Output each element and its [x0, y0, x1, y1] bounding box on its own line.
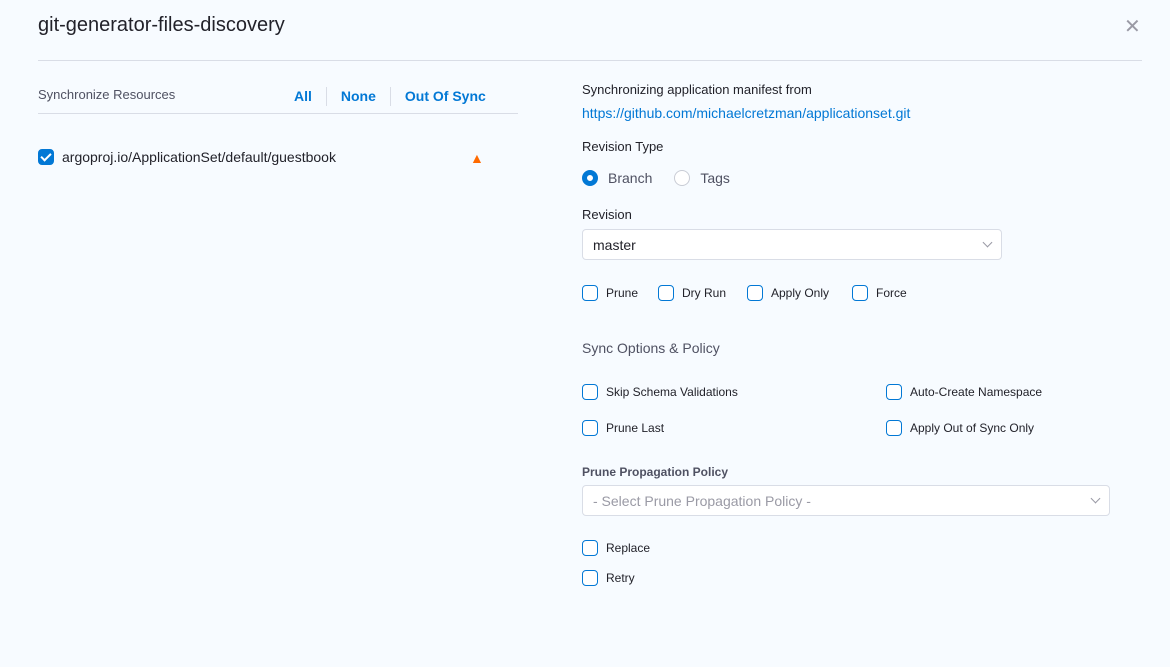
- option-label: Force: [876, 286, 907, 300]
- sync-option-retry[interactable]: Retry: [582, 570, 635, 586]
- repo-url-link[interactable]: https://github.com/michaelcretzman/appli…: [582, 105, 910, 121]
- synchronize-resources-label: Synchronize Resources: [38, 87, 176, 102]
- option-dry-run[interactable]: Dry Run: [658, 285, 726, 301]
- radio-tags-label: Tags: [700, 170, 730, 186]
- prune-policy-select[interactable]: - Select Prune Propagation Policy -: [582, 485, 1110, 516]
- resource-filters: All None Out Of Sync: [285, 87, 500, 106]
- revision-type-label: Revision Type: [582, 139, 664, 154]
- replace-checkbox[interactable]: [582, 540, 598, 556]
- chevron-down-icon: [1090, 493, 1101, 504]
- option-label: Apply Out of Sync Only: [910, 421, 1035, 435]
- radio-branch-label: Branch: [608, 170, 653, 186]
- option-label: Prune: [606, 286, 639, 300]
- dialog-title: git-generator-files-discovery: [38, 14, 285, 36]
- option-label: Skip Schema Validations: [606, 385, 738, 399]
- prune-policy-placeholder: - Select Prune Propagation Policy -: [593, 492, 811, 509]
- filter-out-of-sync-link[interactable]: Out Of Sync: [389, 87, 500, 106]
- sync-option-apply-out-of-sync[interactable]: Apply Out of Sync Only: [886, 420, 1034, 436]
- filter-none-link[interactable]: None: [325, 87, 390, 106]
- auto-create-namespace-checkbox[interactable]: [886, 384, 902, 400]
- retry-checkbox[interactable]: [582, 570, 598, 586]
- sync-option-auto-create-ns[interactable]: Auto-Create Namespace: [886, 384, 1042, 400]
- divider: [38, 113, 518, 114]
- apply-only-checkbox[interactable]: [747, 285, 763, 301]
- option-label: Replace: [606, 541, 651, 555]
- warning-icon: ▲: [470, 150, 484, 166]
- close-icon[interactable]: ✕: [1124, 14, 1141, 39]
- sync-options-title: Sync Options & Policy: [582, 340, 720, 356]
- resource-name: argoproj.io/ApplicationSet/default/guest…: [62, 149, 336, 165]
- option-label: Apply Only: [771, 286, 830, 300]
- resource-checkbox[interactable]: [38, 149, 54, 165]
- divider: [38, 60, 1142, 61]
- option-label: Auto-Create Namespace: [910, 385, 1043, 399]
- option-apply-only[interactable]: Apply Only: [747, 285, 829, 301]
- revision-label: Revision: [582, 207, 632, 222]
- sync-option-replace[interactable]: Replace: [582, 540, 650, 556]
- revision-select[interactable]: master: [582, 229, 1002, 260]
- option-label: Dry Run: [682, 286, 727, 300]
- revision-type-radios: Branch Tags: [582, 170, 730, 186]
- skip-schema-checkbox[interactable]: [582, 384, 598, 400]
- option-prune[interactable]: Prune: [582, 285, 638, 301]
- option-label: Retry: [606, 571, 635, 585]
- filter-all-link[interactable]: All: [285, 87, 326, 106]
- prune-last-checkbox[interactable]: [582, 420, 598, 436]
- prune-checkbox[interactable]: [582, 285, 598, 301]
- force-checkbox[interactable]: [852, 285, 868, 301]
- option-force[interactable]: Force: [852, 285, 907, 301]
- sync-option-skip-schema[interactable]: Skip Schema Validations: [582, 384, 738, 400]
- prune-policy-label: Prune Propagation Policy: [582, 465, 729, 479]
- option-label: Prune Last: [606, 421, 665, 435]
- radio-branch[interactable]: [582, 170, 598, 186]
- sync-option-prune-last[interactable]: Prune Last: [582, 420, 664, 436]
- source-label: Synchronizing application manifest from: [582, 82, 812, 97]
- revision-value: master: [593, 236, 636, 253]
- apply-out-of-sync-checkbox[interactable]: [886, 420, 902, 436]
- chevron-down-icon: [982, 237, 993, 248]
- dry-run-checkbox[interactable]: [658, 285, 674, 301]
- radio-tags[interactable]: [674, 170, 691, 186]
- resource-item: argoproj.io/ApplicationSet/default/guest…: [38, 149, 336, 165]
